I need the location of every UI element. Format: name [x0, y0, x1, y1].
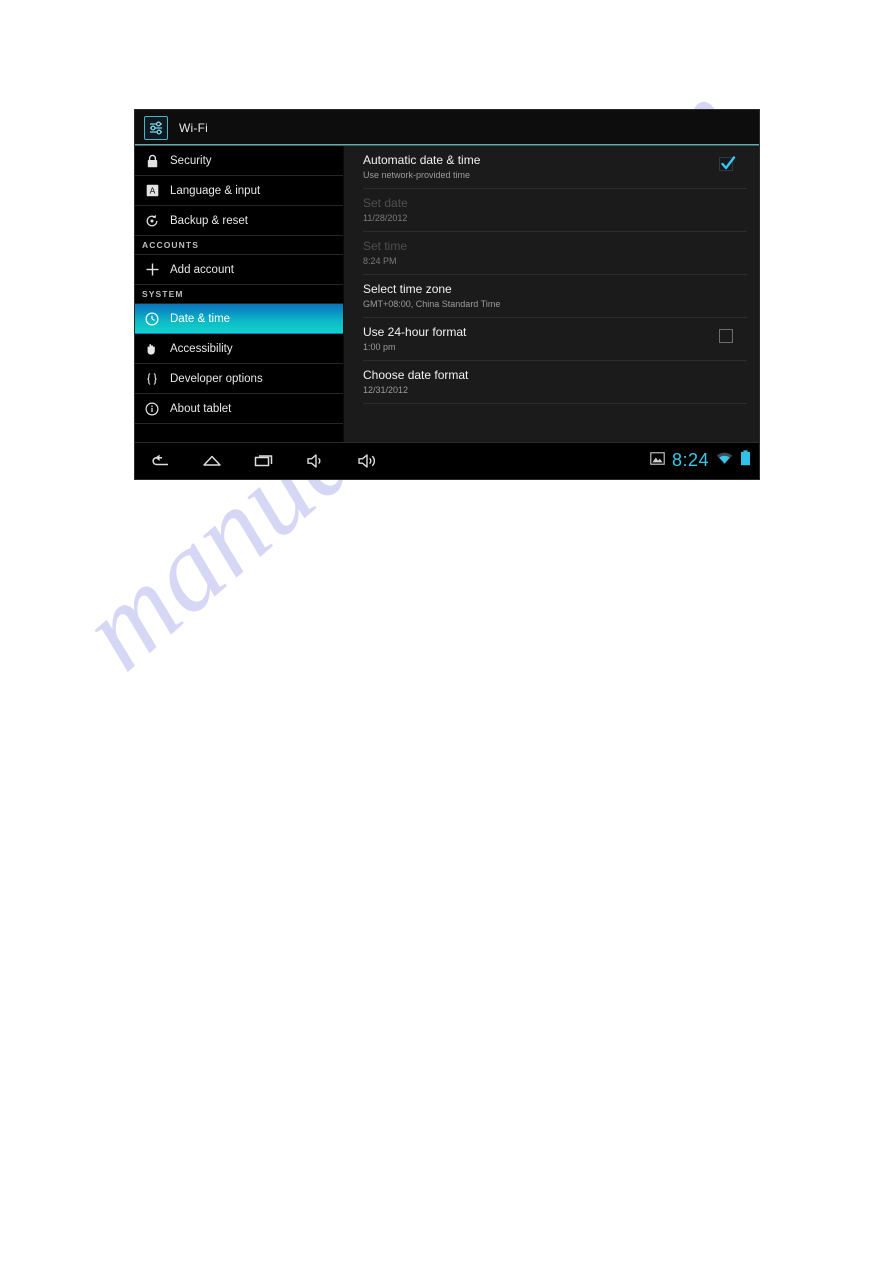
content-area: Security A Language & input Backup & res… — [135, 146, 759, 451]
sidebar-item-label: Accessibility — [170, 342, 233, 355]
lock-icon — [142, 151, 162, 171]
sidebar-item-about-tablet[interactable]: About tablet — [135, 394, 343, 424]
pref-title: Select time zone — [363, 282, 452, 296]
sidebar-item-language-input[interactable]: A Language & input — [135, 176, 343, 206]
sidebar-item-date-time[interactable]: Date & time — [135, 304, 343, 334]
backup-reset-icon — [142, 211, 162, 231]
titlebar-title: Wi-Fi — [179, 121, 208, 135]
panel-empty-space — [363, 404, 747, 442]
language-a-icon: A — [142, 181, 162, 201]
status-area: 8:24 — [650, 442, 751, 479]
pref-summary: 1:00 pm — [363, 342, 396, 352]
sidebar-section-accounts: ACCOUNTS — [135, 236, 343, 255]
titlebar: Wi-Fi — [135, 110, 759, 146]
home-icon[interactable] — [199, 448, 225, 474]
curly-braces-icon — [142, 369, 162, 389]
pref-automatic-date-time[interactable]: Automatic date & time Use network-provid… — [363, 146, 747, 189]
sidebar-item-label: Date & time — [170, 312, 231, 325]
nav-keys — [135, 448, 381, 474]
sidebar-item-label: Language & input — [170, 184, 261, 197]
sidebar-item-label: About tablet — [170, 402, 232, 415]
battery-icon[interactable] — [740, 450, 751, 471]
page-root: manualshive.com Wi-Fi — [0, 0, 893, 1263]
settings-sidebar: Security A Language & input Backup & res… — [135, 146, 344, 451]
plus-icon — [142, 260, 162, 280]
hand-accessibility-icon — [142, 339, 162, 359]
sidebar-section-system: SYSTEM — [135, 285, 343, 304]
sidebar-item-label: Developer options — [170, 372, 263, 385]
pref-title: Choose date format — [363, 368, 469, 382]
status-clock: 8:24 — [671, 450, 709, 470]
info-circle-icon — [142, 399, 162, 419]
recents-icon[interactable] — [251, 448, 277, 474]
pref-summary: Use network-provided time — [363, 170, 471, 180]
date-time-settings-panel: Automatic date & time Use network-provid… — [344, 146, 759, 442]
svg-text:A: A — [149, 185, 155, 195]
volume-up-icon[interactable] — [355, 448, 381, 474]
sidebar-item-backup-reset[interactable]: Backup & reset — [135, 206, 343, 236]
back-icon[interactable] — [147, 448, 173, 474]
pref-summary: 8:24 PM — [363, 256, 397, 266]
clock-icon — [142, 309, 162, 329]
pref-summary: 12/31/2012 — [363, 385, 409, 395]
volume-down-icon[interactable] — [303, 448, 329, 474]
system-navigation-bar: 8:24 — [135, 442, 759, 479]
tablet-screenshot: Wi-Fi Security A Language & input Backup… — [135, 110, 759, 479]
checkbox-use-24-hour-format[interactable] — [719, 329, 733, 343]
pref-title: Automatic date & time — [363, 153, 481, 167]
pref-select-time-zone[interactable]: Select time zone GMT+08:00, China Standa… — [363, 275, 747, 318]
pref-choose-date-format[interactable]: Choose date format 12/31/2012 — [363, 361, 747, 404]
pref-title: Use 24-hour format — [363, 325, 467, 339]
pref-summary: 11/28/2012 — [363, 213, 408, 223]
image-icon[interactable] — [650, 451, 665, 470]
checkbox-automatic-date-time[interactable] — [719, 156, 736, 171]
pref-set-date: Set date 11/28/2012 — [363, 189, 747, 232]
pref-use-24-hour-format[interactable]: Use 24-hour format 1:00 pm — [363, 318, 747, 361]
pref-title: Set date — [363, 196, 408, 210]
sidebar-item-label: Add account — [170, 263, 234, 276]
sidebar-item-label: Backup & reset — [170, 214, 248, 227]
sidebar-item-security[interactable]: Security — [135, 146, 343, 176]
sidebar-item-accessibility[interactable]: Accessibility — [135, 334, 343, 364]
pref-summary: GMT+08:00, China Standard Time — [363, 299, 501, 309]
pref-title: Set time — [363, 239, 408, 253]
settings-sliders-icon — [144, 116, 168, 140]
sidebar-item-developer-options[interactable]: Developer options — [135, 364, 343, 394]
pref-set-time: Set time 8:24 PM — [363, 232, 747, 275]
wifi-icon[interactable] — [716, 452, 733, 470]
sidebar-item-label: Security — [170, 154, 212, 167]
sidebar-item-add-account[interactable]: Add account — [135, 255, 343, 285]
